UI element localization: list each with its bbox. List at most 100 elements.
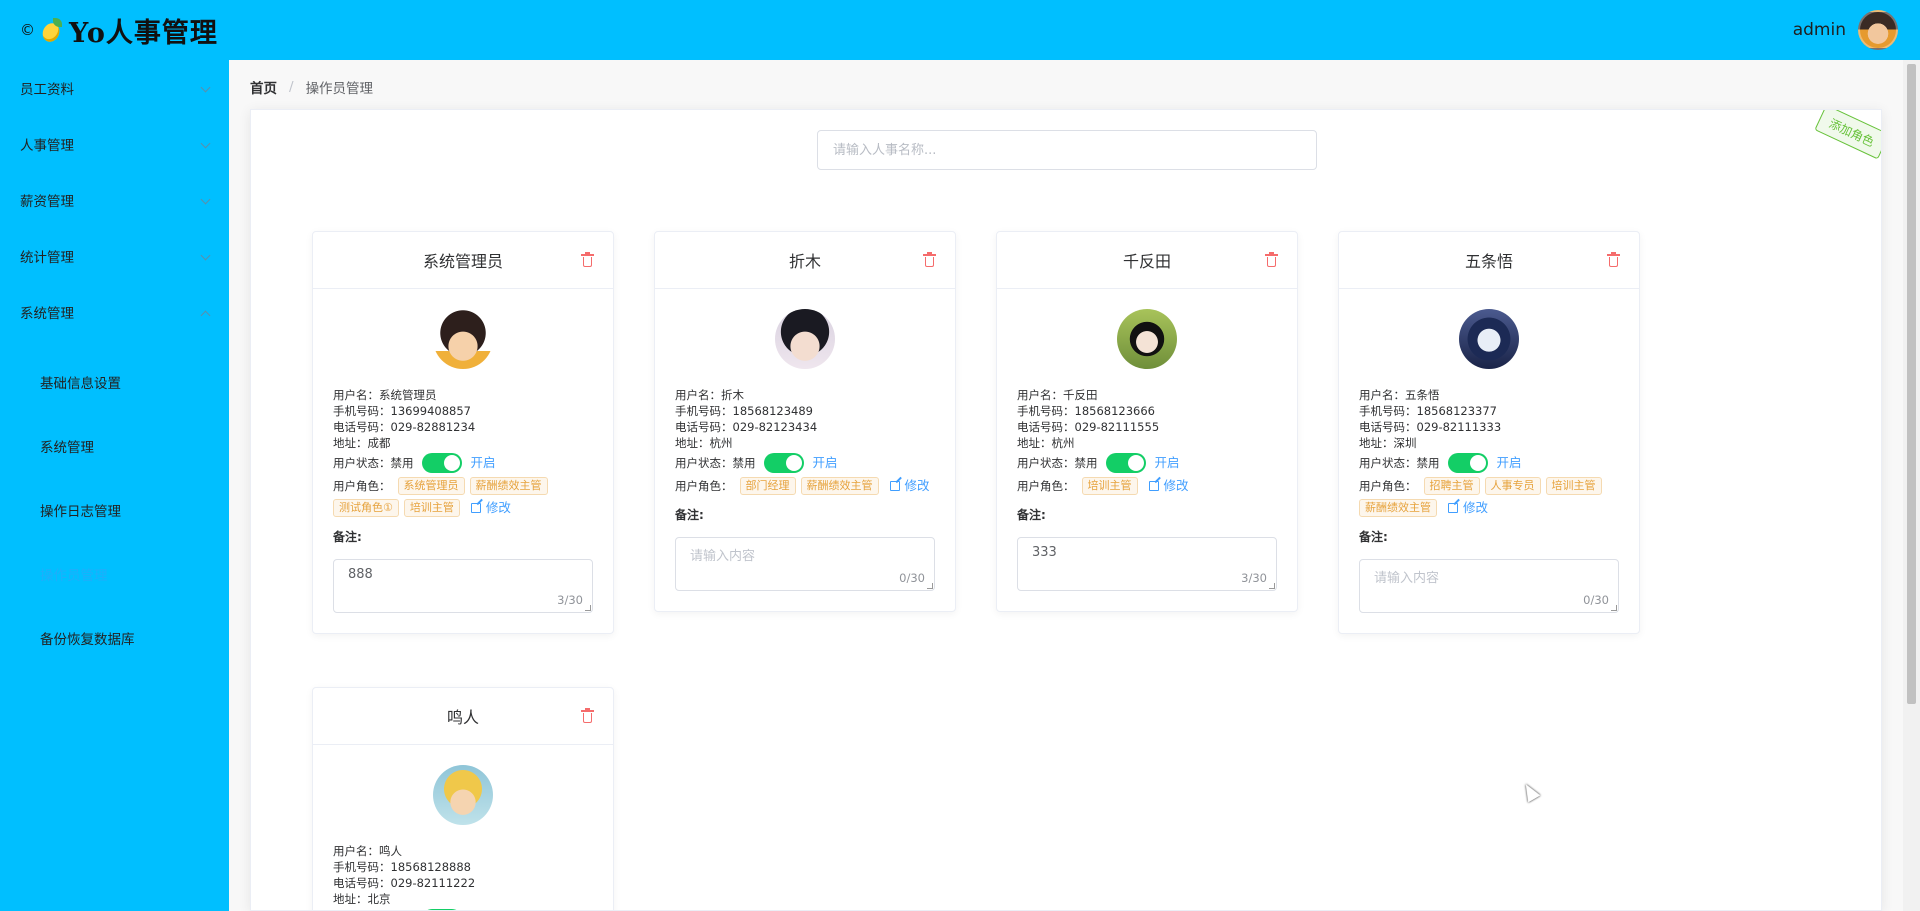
app-title: Yo人事管理 — [69, 17, 218, 49]
delete-icon[interactable] — [1265, 252, 1278, 267]
remark-box[interactable]: 0/30 — [675, 537, 935, 591]
edit-icon — [470, 503, 481, 513]
sidebar-item-system[interactable]: 系统管理 — [0, 284, 229, 340]
sidebar-sub-basic-settings[interactable]: 基础信息设置 — [0, 350, 229, 414]
add-role-button[interactable]: 添加角色 — [1814, 110, 1881, 160]
remark-input[interactable] — [334, 560, 592, 612]
card-title: 折木 — [788, 252, 821, 271]
edit-icon — [1148, 481, 1159, 491]
edit-roles-button[interactable]: 修改 — [889, 477, 930, 495]
role-tag: 招聘主管 — [1423, 477, 1480, 495]
chevron-down-icon — [200, 82, 211, 93]
delete-icon[interactable] — [923, 252, 936, 267]
delete-icon[interactable] — [1607, 252, 1620, 267]
username-label: 用户名： — [333, 844, 379, 858]
address-value: 北京 — [367, 892, 391, 906]
role-tag: 薪酬绩效主管 — [800, 477, 879, 495]
roles-row: 用户角色： 系统管理员 薪酬绩效主管 测试角色① 培训主管 修改 — [333, 477, 593, 517]
remark-input[interactable] — [1018, 538, 1276, 590]
edit-roles-button[interactable]: 修改 — [470, 499, 511, 517]
resize-handle[interactable] — [585, 605, 591, 611]
sidebar-sub-system[interactable]: 系统管理 — [0, 414, 229, 478]
status-off-label: 禁用 — [1416, 456, 1440, 470]
mobile-value: 18568123666 — [1074, 404, 1155, 418]
edit-roles-button[interactable]: 修改 — [1148, 477, 1189, 495]
status-off-label: 禁用 — [390, 456, 414, 470]
card-body: 用户名：系统管理员 手机号码：13699408857 电话号码：029-8288… — [313, 289, 613, 633]
role-tag: 培训主管 — [403, 499, 460, 517]
brand: © Yo人事管理 — [20, 11, 218, 50]
role-tag: 测试角色① — [333, 499, 399, 517]
phone-label: 电话号码： — [333, 876, 391, 890]
user-avatar[interactable] — [1858, 10, 1898, 50]
remark-input[interactable] — [676, 538, 934, 590]
address-label: 地址： — [1359, 436, 1394, 450]
roles-label: 用户角色： — [1017, 479, 1075, 493]
user-menu[interactable]: admin — [1793, 10, 1898, 50]
phone-value: 029-82111222 — [390, 876, 476, 890]
operator-info: 用户名：鸣人 手机号码：18568128888 电话号码：029-8211122… — [333, 843, 593, 910]
remark-box[interactable]: 3/30 — [1017, 537, 1277, 591]
edit-icon — [1448, 503, 1458, 513]
remark-box[interactable]: 3/30 — [333, 559, 593, 613]
username-value: 鸣人 — [379, 844, 402, 858]
roles-label: 用户角色： — [675, 479, 733, 493]
search-input[interactable] — [818, 131, 1316, 169]
username-label: 用户名： — [1017, 388, 1063, 402]
status-on-label: 开启 — [1496, 455, 1522, 470]
status-toggle[interactable] — [421, 453, 462, 473]
delete-icon[interactable] — [581, 708, 594, 723]
status-toggle[interactable] — [1447, 453, 1488, 473]
resize-handle[interactable] — [927, 583, 933, 589]
sidebar-item-personnel[interactable]: 人事管理 — [0, 116, 229, 172]
sidebar-sub-operator-management[interactable]: 操作员管理 — [0, 542, 229, 606]
chevron-down-icon — [200, 138, 211, 149]
sidebar-item-label: 薪资管理 — [20, 194, 74, 210]
username[interactable]: admin — [1793, 20, 1846, 40]
status-toggle[interactable] — [763, 453, 804, 473]
resize-handle[interactable] — [1611, 605, 1617, 611]
status-off-label: 禁用 — [732, 456, 756, 470]
edit-roles-button[interactable]: 修改 — [1448, 499, 1488, 517]
search-box[interactable] — [817, 130, 1317, 170]
address-value: 成都 — [367, 436, 391, 450]
chevron-up-icon — [200, 310, 211, 321]
username-label: 用户名： — [675, 388, 721, 402]
card-body: 用户名：千反田 手机号码：18568123666 电话号码：029-821115… — [997, 289, 1297, 611]
operator-avatar — [433, 309, 493, 369]
sidebar-item-statistics[interactable]: 统计管理 — [0, 228, 229, 284]
card-header: 折木 — [655, 232, 955, 289]
delete-icon[interactable] — [581, 252, 594, 267]
status-on-label: 开启 — [1154, 455, 1180, 470]
remark-input[interactable] — [1360, 560, 1618, 612]
breadcrumb-separator: / — [289, 79, 294, 95]
card-title: 五条悟 — [1464, 252, 1513, 271]
phone-value: 029-82111555 — [1074, 420, 1160, 434]
mobile-value: 18568123377 — [1416, 404, 1497, 418]
sidebar-item-employee-info[interactable]: 员工资料 — [0, 60, 229, 116]
address-value: 深圳 — [1393, 436, 1417, 450]
breadcrumb-home[interactable]: 首页 — [250, 77, 277, 97]
operator-card: 五条悟 用户名：五条悟 手机号码：18568123377 电话号码：029-82… — [1338, 231, 1640, 634]
operator-avatar — [433, 765, 493, 825]
scrollbar-thumb[interactable] — [1907, 64, 1916, 704]
phone-label: 电话号码： — [1359, 420, 1417, 434]
status-toggle[interactable] — [1105, 453, 1146, 473]
status-on-label: 开启 — [812, 455, 838, 470]
remark-box[interactable]: 0/30 — [1359, 559, 1619, 613]
status-label: 用户状态： — [333, 456, 391, 470]
sidebar-item-salary[interactable]: 薪资管理 — [0, 172, 229, 228]
roles-label: 用户角色： — [333, 479, 391, 493]
pineapple-icon — [39, 17, 65, 45]
top-header: © Yo人事管理 admin — [0, 0, 1920, 60]
scrollbar[interactable] — [1903, 60, 1920, 911]
mobile-label: 手机号码： — [333, 404, 391, 418]
edit-label: 修改 — [904, 478, 930, 493]
resize-handle[interactable] — [1269, 583, 1275, 589]
role-tag: 培训主管 — [1081, 477, 1138, 495]
role-tag: 培训主管 — [1545, 477, 1602, 495]
operator-avatar — [1459, 309, 1519, 369]
roles-label: 用户角色： — [1359, 479, 1417, 493]
sidebar-sub-backup-restore[interactable]: 备份恢复数据库 — [0, 606, 229, 670]
sidebar-sub-operation-log[interactable]: 操作日志管理 — [0, 478, 229, 542]
